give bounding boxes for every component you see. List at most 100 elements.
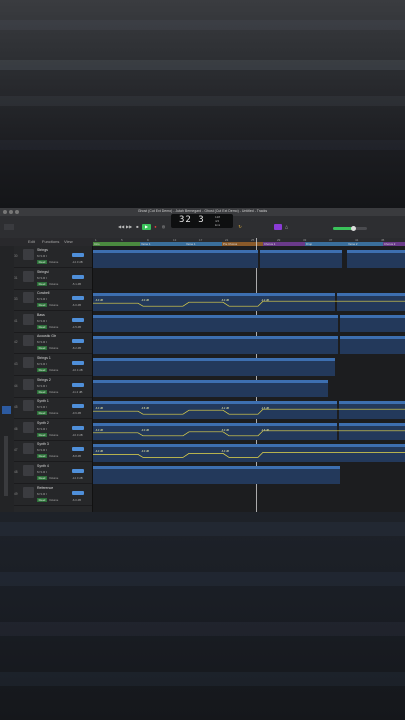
track-volume-fader[interactable] bbox=[72, 296, 84, 301]
arrange-area[interactable]: 1 5 9 13 17 21 25 29 33 37 41 45 Intro Verse 1 Verse 1… bbox=[93, 238, 405, 512]
track-header[interactable]: 44 Strings 2 M S R I Read Volume -11.2 dB bbox=[14, 376, 92, 398]
automation-mode-button[interactable]: Read bbox=[37, 411, 47, 416]
track-mute-solo-buttons[interactable]: M S R I bbox=[37, 384, 47, 388]
view-menu[interactable]: View bbox=[64, 239, 73, 244]
automation-mode-button[interactable]: Read bbox=[37, 260, 47, 264]
automation-mode-button[interactable]: Read bbox=[37, 368, 47, 372]
track-name[interactable]: Reference bbox=[37, 486, 53, 490]
cycle-icon[interactable]: ↻ bbox=[237, 224, 243, 230]
automation-parameter[interactable]: Volume bbox=[49, 411, 58, 415]
track-mute-solo-buttons[interactable]: M S R I bbox=[37, 297, 47, 301]
track-name[interactable]: Synth 4 bbox=[37, 464, 49, 468]
track-volume-fader[interactable] bbox=[72, 447, 84, 452]
track-mute-solo-buttons[interactable]: M S R I bbox=[37, 492, 47, 496]
track-name[interactable]: Synth 1 bbox=[37, 399, 49, 403]
track-volume-fader[interactable] bbox=[72, 382, 84, 387]
track-name[interactable]: Acoustic Gtr bbox=[37, 334, 56, 338]
inspector-fader[interactable] bbox=[2, 406, 11, 414]
track-volume-fader[interactable] bbox=[72, 274, 84, 279]
automation-mode-button[interactable]: Read bbox=[37, 476, 47, 480]
track-name[interactable]: Strings 1 bbox=[37, 356, 51, 360]
logic-pro-window: Ghost (Cut Ext Demo) - Jutah Bernegard -… bbox=[0, 208, 405, 512]
automation-mode-button[interactable]: Read bbox=[37, 497, 47, 502]
edit-menu[interactable]: Edit bbox=[28, 239, 35, 244]
volume-automation-line[interactable] bbox=[93, 300, 405, 307]
track-mute-solo-buttons[interactable]: M S R I bbox=[37, 254, 47, 258]
automation-parameter[interactable]: Volume bbox=[49, 476, 58, 480]
track-name[interactable]: Cowbell bbox=[37, 291, 49, 295]
track-volume-fader[interactable] bbox=[72, 339, 84, 344]
automation-mode-button[interactable]: Read bbox=[37, 303, 47, 308]
track-name[interactable]: Strings 2 bbox=[37, 378, 51, 382]
track-header[interactable]: 46 Synth 2 M S R I Read Volume -10.0 dB bbox=[14, 419, 92, 441]
automation-parameter[interactable]: Volume bbox=[49, 368, 58, 372]
master-volume-slider[interactable] bbox=[333, 226, 367, 231]
stop-icon[interactable]: ■ bbox=[135, 224, 140, 230]
functions-menu[interactable]: Functions bbox=[42, 239, 59, 244]
track-header[interactable]: 47 Synth 3 M S R I Read Volume -8.8 dB bbox=[14, 440, 92, 463]
track-mute-solo-buttons[interactable]: M S R I bbox=[37, 470, 47, 474]
library-button[interactable] bbox=[4, 224, 14, 230]
automation-parameter[interactable]: Volume bbox=[49, 433, 58, 437]
track-volume-fader[interactable] bbox=[72, 490, 84, 495]
automation-parameter[interactable]: Volume bbox=[49, 303, 58, 307]
track-name[interactable]: Strings bbox=[37, 248, 48, 252]
record-icon[interactable]: ● bbox=[153, 224, 158, 230]
automation-parameter[interactable]: Volume bbox=[49, 498, 58, 502]
track-mute-solo-buttons[interactable]: M S R I bbox=[37, 362, 47, 366]
volume-automation-line[interactable] bbox=[93, 408, 405, 415]
volume-automation-line[interactable] bbox=[93, 452, 405, 458]
track-volume-fader[interactable] bbox=[72, 425, 84, 430]
ruler[interactable]: 1 5 9 13 17 21 25 29 33 37 41 45 Intro Verse 1 Verse 1… bbox=[93, 238, 405, 246]
track-volume-fader[interactable] bbox=[72, 469, 84, 473]
play-icon[interactable]: ▶ bbox=[142, 224, 151, 230]
track-header[interactable]: 48 Synth 4 M S R I Read Volume -12.0 dB bbox=[14, 462, 92, 484]
track-mute-solo-buttons[interactable]: M S R I bbox=[37, 448, 47, 452]
instrument-icon bbox=[23, 421, 34, 433]
automation-parameter[interactable]: Volume bbox=[49, 325, 58, 329]
rewind-icon[interactable]: ◀◀ bbox=[118, 224, 124, 230]
master-volume-knob[interactable] bbox=[351, 226, 356, 231]
automation-parameter[interactable]: Volume bbox=[49, 346, 58, 350]
track-volume-fader[interactable] bbox=[72, 317, 84, 322]
track-mute-solo-buttons[interactable]: M S R I bbox=[37, 276, 47, 280]
track-header[interactable]: 31 Stringsl M S R I Read Volume -5.1 dB bbox=[14, 268, 92, 290]
forward-icon[interactable]: ▶▶ bbox=[126, 224, 132, 230]
lcd-display[interactable]: 32 3 128 4/4 Emi bbox=[171, 214, 233, 228]
track-name[interactable]: Synth 2 bbox=[37, 421, 49, 425]
track-name[interactable]: Bass bbox=[37, 313, 45, 317]
track-header[interactable]: 42 Acoustic Gtr M S R I Read Volume -8.2 dB bbox=[14, 332, 92, 355]
automation-parameter[interactable]: Volume bbox=[49, 390, 58, 394]
track-header[interactable]: 49 Reference M S R I Read Volume -6.0 dB bbox=[14, 484, 92, 506]
track-headers: 30 Strings M S R I Read Volume -12.0 dB 31 Stri… bbox=[14, 246, 93, 512]
automation-mode-button[interactable]: Read bbox=[37, 389, 47, 394]
track-volume-fader[interactable] bbox=[72, 361, 84, 365]
automation-mode-button[interactable]: Read bbox=[37, 324, 47, 329]
track-mute-solo-buttons[interactable]: M S R I bbox=[37, 405, 47, 409]
track-mute-solo-buttons[interactable]: M S R I bbox=[37, 340, 47, 344]
automation-parameter[interactable]: Volume bbox=[49, 260, 58, 264]
track-volume-fader[interactable] bbox=[72, 253, 84, 257]
track-header[interactable]: 33 Cowbell M S R I Read Volume -6.0 dB bbox=[14, 289, 92, 312]
track-header[interactable]: 43 Strings 1 M S R I Read Volume -10.4 dB bbox=[14, 354, 92, 376]
automation-mode-button[interactable]: Read bbox=[37, 432, 47, 437]
automation-lines[interactable] bbox=[93, 246, 405, 512]
volume-automation-line[interactable] bbox=[93, 430, 405, 437]
lcd-key: Emi bbox=[215, 223, 221, 227]
track-mute-solo-buttons[interactable]: M S R I bbox=[37, 427, 47, 431]
automation-parameter[interactable]: Volume bbox=[49, 282, 58, 286]
automation-parameter[interactable]: Volume bbox=[49, 454, 58, 458]
track-name[interactable]: Stringsl bbox=[37, 270, 49, 274]
track-mute-solo-buttons[interactable]: M S R I bbox=[37, 319, 47, 323]
automation-mode-button[interactable]: Read bbox=[37, 281, 47, 286]
track-name[interactable]: Synth 3 bbox=[37, 442, 49, 446]
automation-mode-button[interactable]: Read bbox=[37, 454, 47, 459]
metronome-icon[interactable]: △ bbox=[284, 224, 289, 230]
capture-icon[interactable]: ◎ bbox=[161, 224, 166, 230]
automation-mode-button[interactable]: Read bbox=[37, 346, 47, 351]
track-header[interactable]: 45 Synth 1 M S R I Read Volume -9.6 dB bbox=[14, 397, 92, 420]
track-header[interactable]: 41 Bass M S R I Read Volume -4.5 dB bbox=[14, 311, 92, 333]
track-header[interactable]: 30 Strings M S R I Read Volume -12.0 dB bbox=[14, 246, 92, 268]
track-volume-fader[interactable] bbox=[72, 404, 84, 409]
smart-tempo-button[interactable] bbox=[274, 224, 282, 230]
